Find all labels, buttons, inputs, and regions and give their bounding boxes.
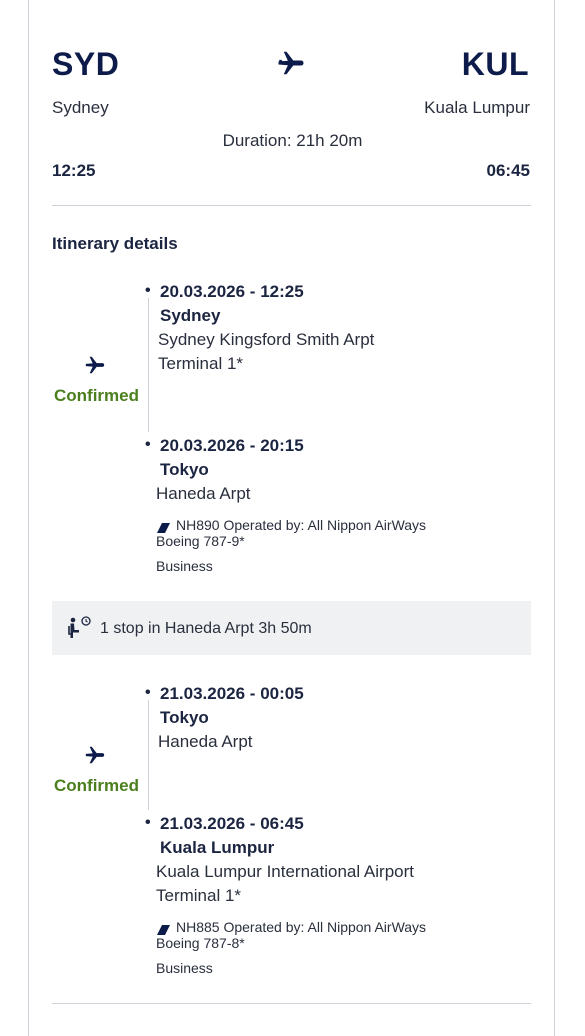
duration-text: Duration: 21h 20m [222, 131, 363, 150]
layover-box: 1 stop in Haneda Arpt 3h 50m [52, 601, 531, 655]
aircraft: Boeing 787-8* [156, 935, 245, 951]
bullet: • [145, 814, 151, 831]
arrival-time: 06:45 [486, 161, 530, 180]
arrive-airport: Kuala Lumpur International Airport [156, 862, 414, 881]
depart-airport: Haneda Arpt [158, 732, 253, 751]
trip-duration: Duration: 21h 20m [0, 131, 585, 151]
segment-status: Confirmed [54, 386, 139, 405]
depart-airport: Sydney Kingsford Smith Arpt [158, 330, 375, 349]
segment-1: Confirmed • 20.03.2026 - 12:25 Sydney Sy… [52, 280, 531, 580]
depart-datetime: 21.03.2026 - 00:05 [160, 684, 304, 703]
itinerary-title: Itinerary details [52, 234, 178, 253]
destination-city: Kuala Lumpur [424, 98, 530, 117]
flight-number: NH885 Operated by: All Nippon AirWays [176, 919, 427, 935]
bullet: • [145, 282, 151, 299]
airplane-icon [83, 354, 107, 376]
airplane-icon [83, 744, 107, 766]
depart-city: Tokyo [160, 708, 209, 727]
aircraft: Boeing 787-9* [156, 533, 245, 549]
airline-logo-icon [157, 520, 171, 533]
segment-1-timeline [148, 298, 149, 432]
arrive-datetime: 20.03.2026 - 20:15 [160, 436, 304, 455]
arrive-city: Kuala Lumpur [160, 838, 275, 857]
segment-2: Confirmed • 21.03.2026 - 00:05 Tokyo Han… [52, 682, 531, 982]
summary-divider [52, 205, 531, 206]
arrive-city: Tokyo [160, 460, 209, 479]
segment-2-timeline [148, 700, 149, 810]
segment-status: Confirmed [54, 776, 139, 795]
destination-code: KUL [461, 46, 529, 82]
cabin-class: Business [156, 558, 213, 574]
bullet: • [145, 684, 151, 701]
origin-city: Sydney [52, 98, 109, 117]
bottom-divider [52, 1003, 531, 1004]
depart-terminal: Terminal 1* [158, 354, 244, 373]
arrive-datetime: 21.03.2026 - 06:45 [160, 814, 304, 833]
depart-city: Sydney [160, 306, 221, 325]
airplane-icon [274, 48, 308, 78]
seat-wait-icon [66, 616, 92, 640]
airline-logo-icon [157, 922, 171, 935]
depart-datetime: 20.03.2026 - 12:25 [160, 282, 304, 301]
flight-number: NH890 Operated by: All Nippon AirWays [176, 517, 427, 533]
origin-code: SYD [52, 46, 120, 82]
layover-text: 1 stop in Haneda Arpt 3h 50m [100, 620, 312, 637]
cabin-class: Business [156, 960, 213, 976]
bullet: • [145, 436, 151, 453]
arrive-terminal: Terminal 1* [156, 886, 242, 905]
departure-time: 12:25 [52, 161, 96, 180]
arrive-airport: Haneda Arpt [156, 484, 251, 503]
